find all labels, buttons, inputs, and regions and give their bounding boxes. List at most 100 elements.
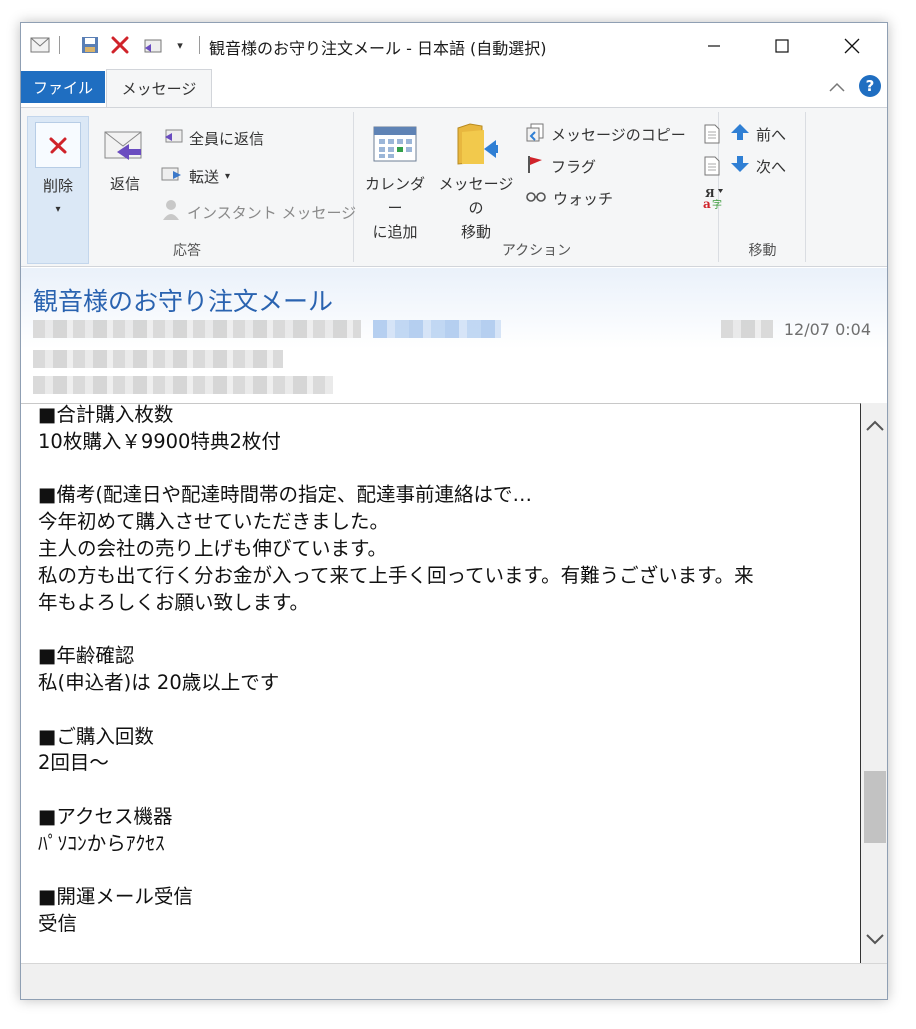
body-line: ■備考(配達日や配達時間帯の指定、配達事前連絡はで… [38, 483, 533, 507]
arrow-down-icon [730, 154, 750, 178]
group-actions: カレンダー に追加 メッセージの 移動 メッセージのコピー フラグ ウォッチ Я… [355, 112, 723, 262]
delete-label: 削除 [42, 177, 73, 195]
delete-icon [35, 122, 81, 168]
ribbon: 削除 ▾ 返信 全員に返信 転送 ▾ インスタント メッセージ 応答 カレンダー… [21, 107, 887, 267]
body-line: 私の方も出て行く分お金が入って来て上手く回っています。有難うございます。来 [38, 563, 754, 587]
ribbon-tabs: ファイル メッセージ ? [21, 69, 887, 107]
forward-button[interactable]: 転送 ▾ [161, 164, 230, 188]
message-body-text: ■合計購入枚数 10枚購入￥9900特典2枚付 ■備考(配達日や配達時間帯の指定、… [21, 403, 860, 938]
collapse-ribbon-icon[interactable] [829, 77, 845, 96]
scroll-up-icon[interactable] [861, 405, 887, 445]
message-datetime: 12/07 0:04 [783, 320, 871, 339]
previous-button[interactable]: 前へ [730, 122, 786, 146]
copy-icon [525, 122, 545, 146]
copy-message-button[interactable]: メッセージのコピー [525, 122, 686, 146]
reply-all-icon [161, 127, 183, 149]
scroll-down-icon[interactable] [861, 919, 887, 959]
folder-move-icon [452, 122, 500, 166]
body-line: 2回目～ [38, 751, 109, 775]
flag-button[interactable]: フラグ [525, 154, 596, 178]
title-bar: ▾ 観音様のお守り注文メール - 日本語 (自動選択) [21, 23, 887, 69]
help-icon[interactable]: ? [859, 75, 881, 97]
maximize-button[interactable] [759, 23, 805, 69]
flag-icon [525, 154, 545, 178]
group-respond-label: 応答 [173, 243, 201, 259]
move-label-1: メッセージの [438, 175, 514, 217]
next-button[interactable]: 次へ [730, 154, 786, 178]
forward-label: 転送 [189, 167, 220, 186]
redacted-recipient [33, 350, 283, 368]
watch-button[interactable]: ウォッチ [525, 186, 613, 210]
copy-message-label: メッセージのコピー [551, 125, 686, 144]
group-navigate-label: 移動 [748, 243, 777, 259]
mail-window: ▾ 観音様のお守り注文メール - 日本語 (自動選択) ファイル メッセージ ? [20, 22, 888, 1000]
close-button[interactable] [829, 23, 875, 69]
message-header: 観音様のお守り注文メール 12/07 0:04 [21, 268, 887, 403]
reply-icon [101, 122, 149, 166]
body-line [38, 777, 860, 804]
reply-button[interactable]: 返信 [99, 122, 151, 196]
redacted-cc [33, 376, 333, 394]
group-navigate: 前へ 次へ 移動 [720, 112, 806, 262]
body-line: 主人の会社の売り上げも伸びています。 [38, 536, 388, 560]
redacted-sender [33, 320, 361, 338]
body-line: 私(申込者)は 20歳以上です [38, 670, 280, 694]
arrow-up-icon [730, 122, 750, 146]
reply-all-button[interactable]: 全員に返信 [161, 126, 264, 150]
quick-access-dropdown-icon[interactable]: ▾ [169, 34, 191, 56]
body-line: 年もよろしくお願い致します。 [38, 590, 310, 614]
flag-label: フラグ [551, 157, 597, 176]
message-body[interactable]: ■合計購入枚数 10枚購入￥9900特典2枚付 ■備考(配達日や配達時間帯の指定、… [21, 403, 861, 963]
body-line [38, 456, 860, 483]
body-line [38, 858, 860, 885]
person-icon [161, 199, 181, 225]
reply-all-label: 全員に返信 [189, 129, 265, 148]
document-properties-icon[interactable] [703, 156, 721, 180]
tab-message[interactable]: メッセージ [106, 69, 212, 107]
glasses-icon [525, 189, 547, 207]
reply-quick-icon[interactable] [141, 34, 163, 56]
window-title: 観音様のお守り注文メール - 日本語 (自動選択) [209, 39, 547, 58]
body-line: ■アクセス機器 [38, 804, 173, 828]
vertical-scrollbar[interactable] [861, 403, 887, 963]
add-to-calendar-button[interactable]: カレンダー に追加 [359, 122, 431, 244]
instant-message-label: インスタント メッセージ [187, 203, 357, 222]
body-line: ﾊﾟｿｺﾝからｱｸｾｽ [38, 831, 165, 855]
move-message-button[interactable]: メッセージの 移動 [433, 122, 519, 244]
message-subject: 観音様のお守り注文メール [33, 287, 334, 316]
body-line: ■ご購入回数 [38, 724, 154, 748]
body-line: ■合計購入枚数 [38, 403, 174, 426]
body-line: ■年齢確認 [38, 644, 135, 668]
reply-label: 返信 [109, 175, 140, 193]
tab-file[interactable]: ファイル [21, 71, 105, 103]
body-line [38, 616, 860, 643]
forward-dropdown-icon[interactable]: ▾ [225, 171, 230, 182]
body-line: 10枚購入￥9900特典2枚付 [38, 429, 281, 453]
instant-message-button[interactable]: インスタント メッセージ [161, 200, 356, 224]
document-icon[interactable] [703, 124, 721, 148]
minimize-button[interactable] [691, 23, 737, 69]
svg-text:a: a [703, 197, 711, 210]
toolbar-separator [59, 36, 60, 54]
redacted-date [721, 320, 773, 338]
mail-app-icon [29, 34, 51, 56]
next-label: 次へ [756, 157, 787, 176]
forward-icon [161, 165, 183, 187]
save-icon[interactable] [79, 34, 101, 56]
redacted-sender-address[interactable] [373, 320, 501, 338]
toolbar-separator [199, 36, 200, 54]
body-line: ■開運メール受信 [38, 885, 193, 909]
delete-icon[interactable] [109, 34, 131, 56]
watch-label: ウォッチ [553, 189, 614, 208]
calendar-label-1: カレンダー [364, 175, 425, 217]
scrollbar-thumb[interactable] [864, 771, 886, 843]
delete-button-content[interactable]: 削除 ▾ [27, 122, 89, 222]
delete-dropdown-icon[interactable]: ▾ [55, 198, 60, 222]
body-line [38, 697, 860, 724]
group-actions-label: アクション [501, 243, 572, 259]
body-line: 受信 [38, 912, 78, 936]
previous-label: 前へ [756, 125, 787, 144]
status-bar [21, 963, 887, 999]
body-line: 今年初めて購入させていただきました。 [38, 510, 390, 534]
group-respond: 削除 ▾ 返信 全員に返信 転送 ▾ インスタント メッセージ 応答 [21, 112, 356, 264]
